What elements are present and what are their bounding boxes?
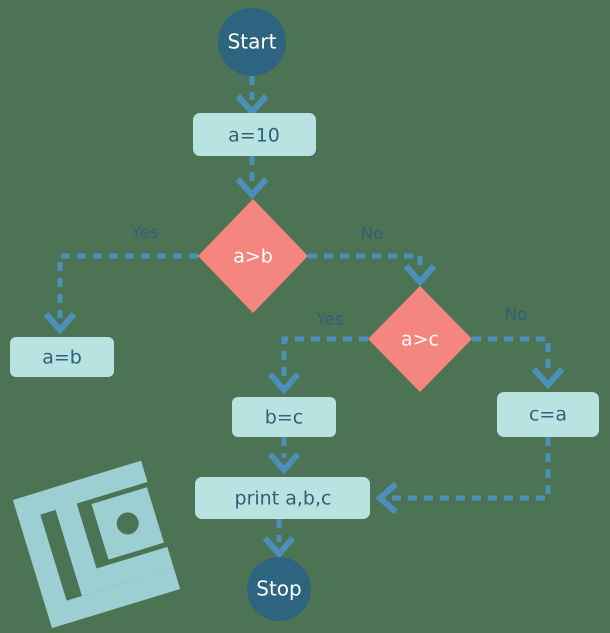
start-label: Start xyxy=(228,30,277,54)
arrowhead-dec1 xyxy=(235,177,269,200)
edge-label-dec2-no: No xyxy=(504,305,527,325)
init-label: a=10 xyxy=(228,125,280,147)
decision-ab-label: a>b xyxy=(233,246,273,268)
set-b-c-label: b=c xyxy=(265,407,303,429)
edge-label-dec1-no: No xyxy=(360,224,383,244)
connector-dec1-to-dec2 xyxy=(308,253,423,270)
node-decision-ab[interactable]: a>b xyxy=(198,199,308,313)
node-set-c-a[interactable]: c=a xyxy=(497,392,599,437)
node-decision-ac[interactable]: a>c xyxy=(368,286,472,392)
set-a-b-label: a=b xyxy=(42,347,82,369)
node-set-a-b[interactable]: a=b xyxy=(10,337,114,377)
node-print[interactable]: print a,b,c xyxy=(195,477,370,519)
connector-dec2-to-setbc xyxy=(281,336,368,378)
spiral-square-logo xyxy=(12,460,181,629)
edge-label-dec2-yes: Yes xyxy=(315,310,344,330)
decision-ac-label: a>c xyxy=(401,329,439,351)
stop-label: Stop xyxy=(256,577,301,601)
flowchart-canvas: Start a=10 a>b a=b a>c b=c c=a print a,b… xyxy=(0,0,610,633)
arrowhead-setca xyxy=(531,367,565,390)
node-set-b-c[interactable]: b=c xyxy=(232,397,336,437)
edge-label-dec1-yes: Yes xyxy=(130,223,159,243)
arrowhead-setbc xyxy=(267,372,301,395)
flowchart-svg: Start a=10 a>b a=b a>c b=c c=a print a,b… xyxy=(10,8,599,629)
node-start[interactable]: Start xyxy=(218,8,286,76)
print-label: print a,b,c xyxy=(235,488,332,510)
node-init[interactable]: a=10 xyxy=(193,113,316,156)
set-c-a-label: c=a xyxy=(529,404,567,426)
node-stop[interactable]: Stop xyxy=(247,557,311,621)
connector-dec1-to-setab xyxy=(57,253,198,318)
connector-setca-to-print xyxy=(392,437,551,501)
arrowhead-dec2 xyxy=(403,264,437,287)
